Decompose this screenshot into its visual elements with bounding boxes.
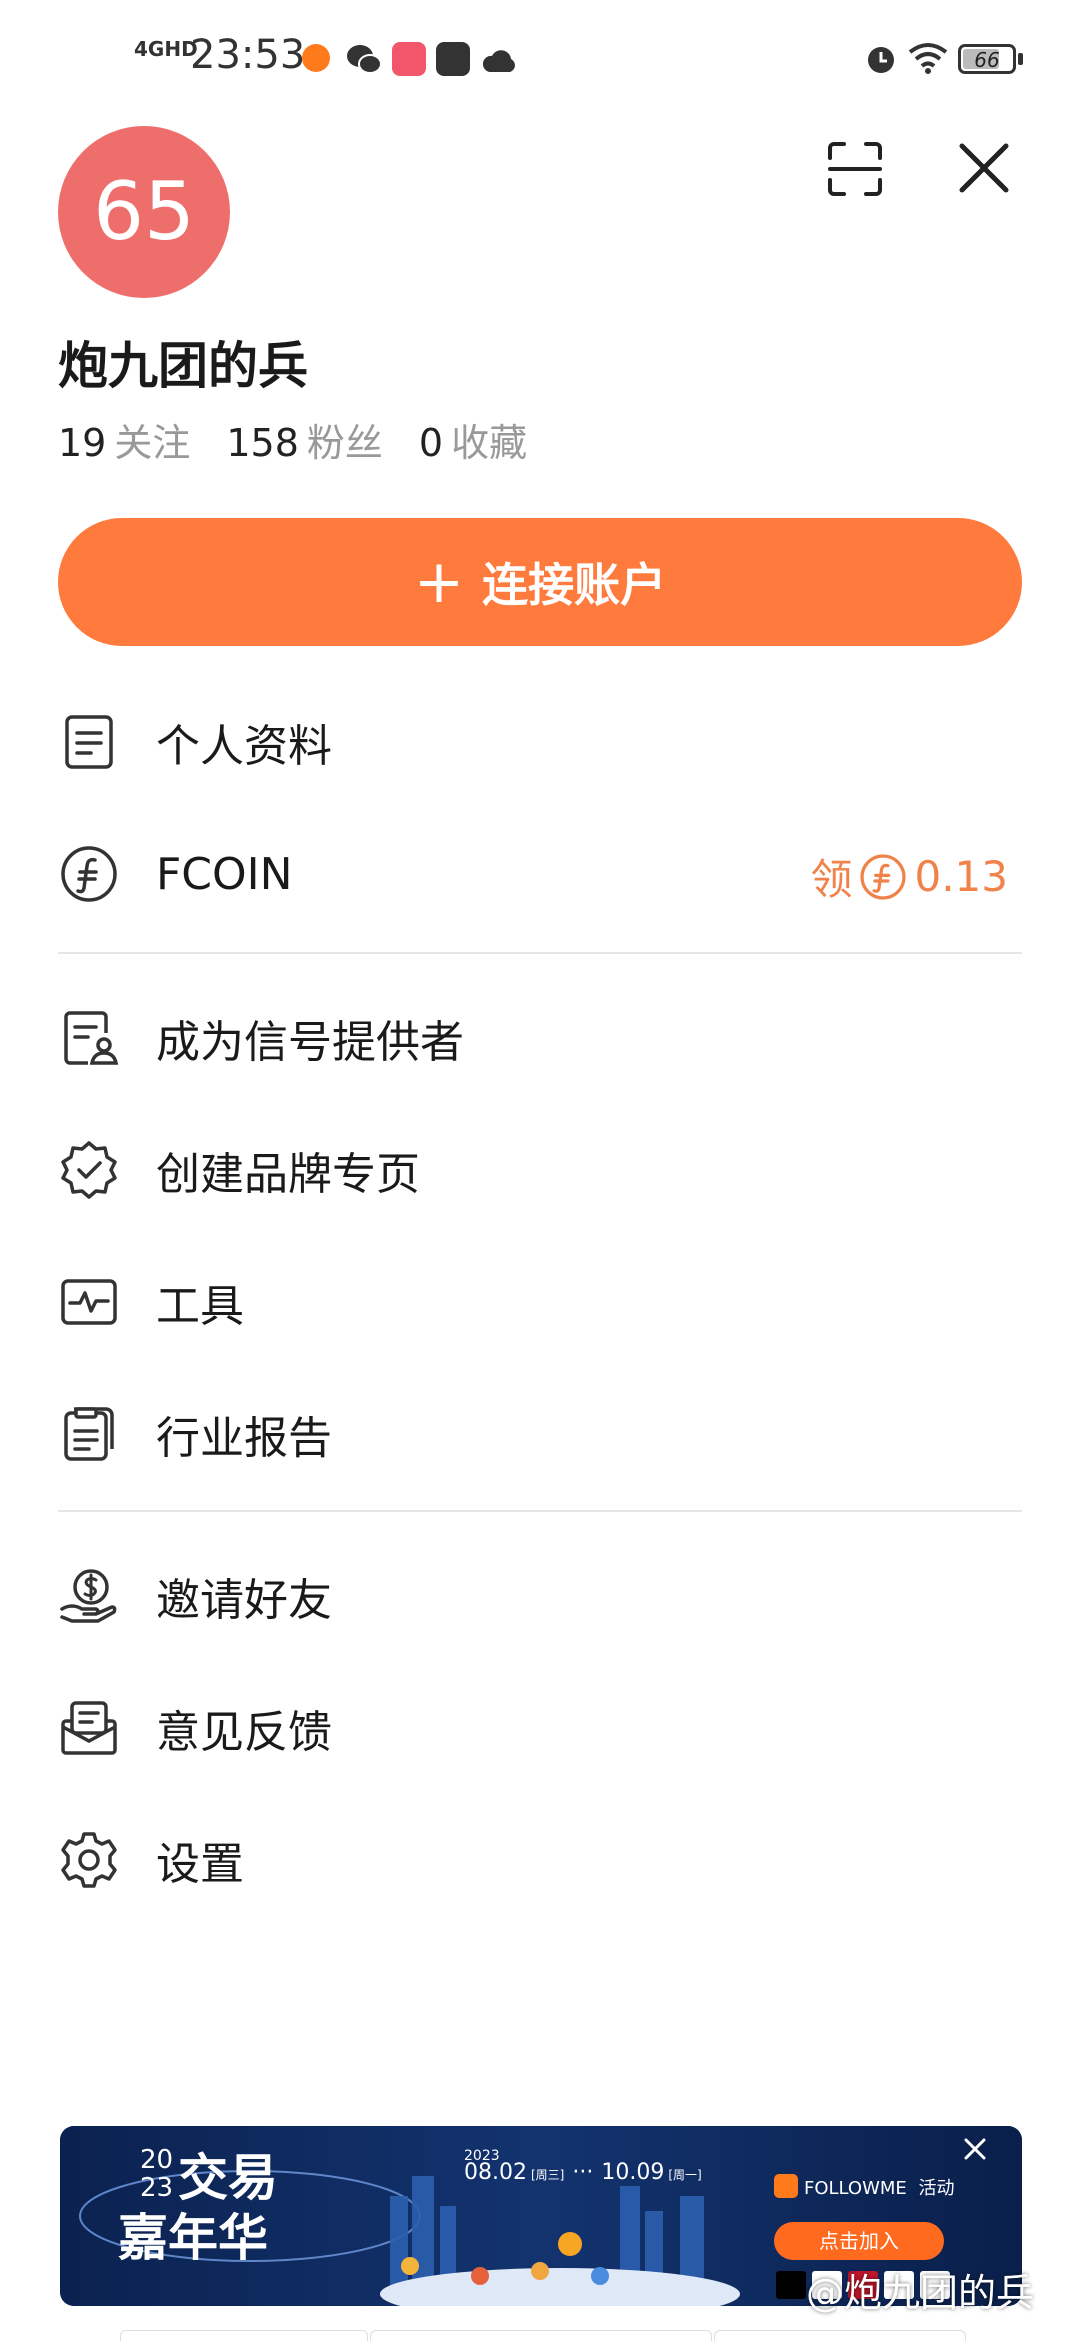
- watermark: @炮九团的兵: [806, 2271, 1035, 2315]
- brand-suffix: 活动: [918, 2178, 955, 2199]
- fcoin-reward-icon: [860, 853, 907, 900]
- network-indicator: 4GHD: [134, 37, 198, 61]
- join-button[interactable]: 点击加入: [774, 2222, 944, 2260]
- menu-item-signal-provider[interactable]: 成为信号提供者: [58, 988, 1022, 1088]
- feedback-icon: [61, 1701, 117, 1755]
- document-icon: [65, 715, 113, 769]
- stat-label: 关注: [114, 421, 191, 465]
- alarm-icon: [868, 47, 894, 73]
- signal-provider-icon: [64, 1011, 119, 1065]
- close-icon[interactable]: [956, 140, 1012, 196]
- connect-account-button[interactable]: + 连接账户: [58, 518, 1022, 646]
- menu-item-profile[interactable]: 个人资料: [58, 692, 1022, 792]
- gear-icon: [61, 1832, 117, 1888]
- menu-item-feedback[interactable]: 意见反馈: [58, 1678, 1022, 1778]
- menu-label: 意见反馈: [156, 1707, 332, 1758]
- stat-favorites[interactable]: 0 收藏: [419, 412, 527, 467]
- bottom-tab-stub: [120, 2330, 368, 2341]
- menu-item-tools[interactable]: 工具: [58, 1252, 1022, 1352]
- reward-prefix: 领: [810, 855, 853, 904]
- status-time: 23:53: [190, 32, 306, 78]
- money-hand-icon: [60, 1569, 117, 1623]
- stat-number: 0: [418, 421, 444, 465]
- menu-label: 设置: [156, 1839, 244, 1890]
- scan-icon[interactable]: [826, 140, 884, 198]
- stat-followers[interactable]: 158 粉丝: [226, 412, 383, 467]
- fcoin-reward[interactable]: 领 0.13: [810, 846, 1008, 907]
- year-top: 20: [140, 2145, 174, 2175]
- stat-label: 收藏: [451, 421, 528, 465]
- verified-badge-icon: [61, 1141, 117, 1199]
- app-icon: [436, 42, 470, 76]
- banner-year: 20 23: [140, 2146, 173, 2202]
- status-bar: 4GHD 23:53 66: [0, 0, 1080, 118]
- report-icon: [64, 1407, 114, 1461]
- brand-name: FOLLOWME: [804, 2178, 907, 2199]
- wifi-icon: [908, 43, 948, 74]
- divider: [58, 952, 1022, 954]
- user-name: 炮九团的兵: [58, 337, 308, 395]
- stat-label: 粉丝: [306, 421, 383, 465]
- menu-item-fcoin[interactable]: FCOIN 领 0.13: [58, 824, 1022, 924]
- divider: [58, 1510, 1022, 1512]
- banner-close-icon[interactable]: [958, 2132, 992, 2166]
- stat-number: 19: [58, 421, 107, 465]
- menu-item-brand-page[interactable]: 创建品牌专页: [58, 1120, 1022, 1220]
- cloud-icon: [482, 50, 515, 72]
- bottom-tab-stub: [370, 2330, 712, 2341]
- battery-icon: 66: [958, 44, 1016, 74]
- bottom-tab-stub: [714, 2330, 966, 2341]
- menu-label: 邀请好友: [156, 1575, 332, 1626]
- date-start-day: [周三]: [530, 2168, 565, 2182]
- banner-brand: FOLLOWME 活动: [804, 2174, 955, 2200]
- battery-tip: [1018, 53, 1023, 65]
- banner-title-line2: 嘉年华: [118, 2209, 268, 2267]
- avatar[interactable]: 65: [58, 126, 230, 298]
- menu-label: FCOIN: [156, 848, 293, 900]
- battery-level: 66: [974, 48, 1000, 72]
- followme-app-icon: [302, 44, 330, 72]
- date-end-day: [周一]: [668, 2168, 702, 2182]
- wechat-icon: [347, 45, 382, 74]
- menu-item-industry-report[interactable]: 行业报告: [58, 1384, 1022, 1484]
- date-start: 08.02: [464, 2160, 527, 2185]
- app-icon: [392, 42, 426, 76]
- menu-label: 工具: [156, 1281, 244, 1332]
- pulse-monitor-icon: [61, 1279, 117, 1325]
- stat-number: 158: [226, 421, 299, 465]
- menu-label: 个人资料: [156, 721, 332, 772]
- menu-item-invite-friends[interactable]: 邀请好友: [58, 1546, 1022, 1646]
- user-stats: 19 关注 158 粉丝 0 收藏: [58, 412, 563, 467]
- plus-icon: +: [413, 547, 465, 617]
- connect-account-label: 连接账户: [482, 558, 667, 612]
- banner-dates: 08.02 [周三] ··· 10.09 [周一]: [464, 2160, 702, 2185]
- menu-item-settings[interactable]: 设置: [58, 1810, 1022, 1910]
- stat-following[interactable]: 19 关注: [58, 412, 190, 467]
- menu-label: 行业报告: [156, 1413, 332, 1464]
- date-end: 10.09: [601, 2160, 665, 2185]
- menu-label: 创建品牌专页: [156, 1149, 420, 1200]
- fcoin-icon: [61, 846, 117, 902]
- menu-label: 成为信号提供者: [156, 1017, 464, 1068]
- reward-value: 0.13: [914, 852, 1008, 901]
